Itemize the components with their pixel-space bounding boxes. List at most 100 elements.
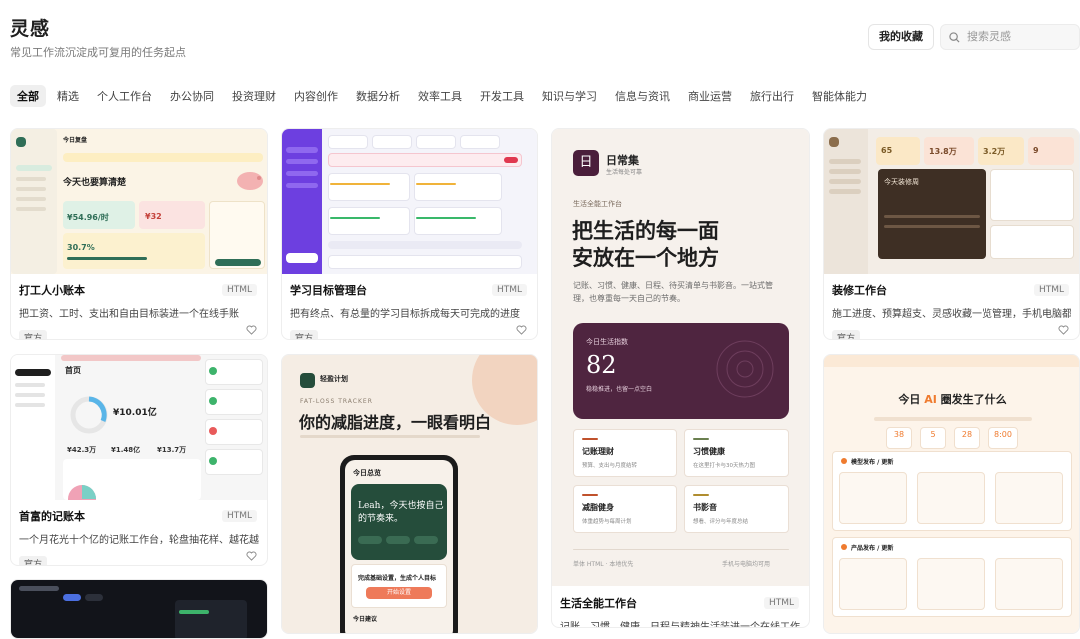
app-subtitle: 生活每处可靠 — [606, 169, 643, 176]
html-badge: HTML — [221, 284, 257, 296]
inspiration-card[interactable]: 首页 ¥10.01亿 ¥42.3万 ¥1.48亿 ¥13.7万 首富的记账本 H… — [10, 354, 268, 566]
inspiration-card[interactable]: 今日 AI 圈发生了什么 38 5 28 8:00 模型发布 / 更新 产品发布… — [823, 354, 1080, 634]
life-index-label: 今日生活指数 — [586, 338, 628, 346]
donut-ring-icon — [70, 396, 108, 434]
phone-cta-text: 完成基础设置，生成个人目标 — [358, 575, 437, 582]
tab-data-analysis[interactable]: 数据分析 — [349, 85, 407, 107]
tab-all[interactable]: 全部 — [10, 85, 46, 107]
tab-agent-capability[interactable]: 智能体能力 — [805, 85, 874, 107]
inspiration-card[interactable]: 65 13.8万 3.2万 9 今天装修周 装修工作台 HTML 施工进度、预算… — [823, 128, 1080, 340]
preview-percent: 30.7% — [67, 243, 95, 252]
tab-info-news[interactable]: 信息与资讯 — [608, 85, 677, 107]
preview-kicker: 生活全能工作台 — [573, 200, 622, 208]
inspiration-card[interactable]: 学习目标管理台 HTML 把有终点、有总量的学习目标拆成每天可完成的进度 官方 — [281, 128, 538, 340]
ai-news-stat: 8:00 — [988, 427, 1018, 449]
phone-greeting-2: 的节奏来。 — [358, 514, 404, 524]
reno-dark-panel-label: 今天装修周 — [884, 178, 919, 186]
page-subtitle: 常见工作流沉淀成可复用的任务起点 — [10, 46, 186, 59]
preview-kicker: FAT-LOSS TRACKER — [300, 398, 373, 405]
card-description: 记账、习惯、健康、日程与精神生活装进一个在线工作台 — [560, 622, 801, 628]
inspiration-card[interactable]: 日 日常集 生活每处可靠 生活全能工作台 把生活的每一面 安放在一个地方 记账、… — [551, 128, 810, 628]
tab-knowledge-learning[interactable]: 知识与学习 — [535, 85, 604, 107]
ai-news-stat: 28 — [954, 427, 980, 449]
life-index-score: 82 — [586, 351, 617, 379]
html-badge: HTML — [763, 597, 799, 609]
search-input[interactable]: 搜索灵感 — [940, 24, 1080, 50]
card-preview: 轻盈计划 FAT-LOSS TRACKER 你的减脂进度，一眼看明白 今日总览 … — [282, 355, 537, 633]
feature-tile: 减脂健身 体重趋势与每周计划 — [573, 485, 677, 533]
official-tag: 官方 — [19, 556, 48, 565]
favorite-heart-icon[interactable] — [1058, 325, 1069, 335]
card-preview: 日 日常集 生活每处可靠 生活全能工作台 把生活的每一面 安放在一个地方 记账、… — [552, 129, 809, 586]
preview-hourly: ¥54.96/时 — [67, 213, 109, 222]
tab-office-collab[interactable]: 办公协同 — [163, 85, 221, 107]
phone-mockup: 今日总览 Leah，今天也按自己 的节奏来。 完成基础设置，生成个人目标 开始设… — [340, 455, 458, 633]
tab-dev-tools[interactable]: 开发工具 — [473, 85, 531, 107]
preview-body: 记账、习惯、健康、日程、待买清单与书影音。一站式管理，也尊重每一天自己的节奏。 — [573, 281, 773, 303]
phone-title: 今日总览 — [353, 469, 381, 477]
life-index-note: 稳稳推进，也留一点空白 — [586, 386, 653, 393]
official-tag: 官方 — [290, 330, 319, 339]
feature-tile: 书影音 想看、评分与年度总结 — [684, 485, 789, 533]
reno-stat: 9 — [1033, 146, 1039, 155]
tab-efficiency-tools[interactable]: 效率工具 — [411, 85, 469, 107]
tab-content-creation[interactable]: 内容创作 — [287, 85, 345, 107]
card-preview: 今日复盘 今天也要算清楚 ¥54.96/时 ¥32 30.7% — [11, 129, 267, 274]
my-favorites-button[interactable]: 我的收藏 — [868, 24, 934, 50]
inspiration-card[interactable]: 今日复盘 今天也要算清楚 ¥54.96/时 ¥32 30.7% 打工人小账本 H… — [10, 128, 268, 340]
ai-news-stat: 5 — [920, 427, 946, 449]
card-preview: 65 13.8万 3.2万 9 今天装修周 — [824, 129, 1079, 274]
pie-chart-icon — [68, 485, 96, 500]
tab-travel[interactable]: 旅行出行 — [743, 85, 801, 107]
brand-name: 轻盈计划 — [320, 375, 348, 383]
inspiration-card[interactable]: 轻盈计划 FAT-LOSS TRACKER 你的减脂进度，一眼看明白 今日总览 … — [281, 354, 538, 634]
official-tag: 官方 — [19, 330, 48, 339]
favorite-heart-icon[interactable] — [516, 325, 527, 335]
phone-cta-button: 开始设置 — [366, 587, 432, 599]
tab-investment[interactable]: 投资理财 — [225, 85, 283, 107]
feature-tile: 习惯健康 在这里打卡与30天热力图 — [684, 429, 789, 477]
reno-stat: 3.2万 — [983, 147, 1006, 156]
preview-stat: ¥42.3万 — [67, 446, 97, 454]
reno-stat: 13.8万 — [929, 147, 957, 156]
tab-personal-workbench[interactable]: 个人工作台 — [90, 85, 159, 107]
preview-stat: ¥13.7万 — [157, 446, 187, 454]
reno-stat: 65 — [881, 146, 893, 155]
preview-headline: 你的减脂进度，一眼看明白 — [299, 413, 492, 432]
card-description: 一个月花光十个亿的记账工作台，轮盘抽花样、越花越有钱 — [19, 535, 259, 546]
life-index-panel: 今日生活指数 82 稳稳推进，也留一点空白 — [573, 323, 789, 419]
concentric-circles-icon — [716, 340, 774, 398]
card-preview: 首页 ¥10.01亿 ¥42.3万 ¥1.48亿 ¥13.7万 — [11, 355, 267, 500]
favorite-heart-icon[interactable] — [246, 551, 257, 561]
favorite-heart-icon[interactable] — [246, 325, 257, 335]
preview-stat: ¥1.48亿 — [111, 446, 141, 454]
html-badge: HTML — [491, 284, 527, 296]
phone-today-heading: 今日建议 — [353, 616, 378, 623]
ai-news-section-1: 模型发布 / 更新 — [851, 459, 894, 466]
ai-news-stat: 38 — [886, 427, 912, 449]
category-tabs: 全部 精选 个人工作台 办公协同 投资理财 内容创作 数据分析 效率工具 开发工… — [10, 85, 874, 107]
preview-expense: ¥32 — [145, 212, 162, 221]
card-description: 把有终点、有总量的学习目标拆成每天可完成的进度 — [290, 309, 520, 320]
piggy-bank-icon — [237, 172, 263, 190]
ai-news-title: 今日 AI 圈发生了什么 — [898, 393, 1007, 406]
preview-headline-1: 把生活的每一面 — [572, 218, 719, 243]
app-name: 日常集 — [606, 154, 639, 167]
page-header: 灵感 常见工作流沉淀成可复用的任务起点 我的收藏 搜索灵感 — [10, 14, 1080, 64]
tab-business-ops[interactable]: 商业运营 — [681, 85, 739, 107]
ai-news-section-2: 产品发布 / 更新 — [851, 545, 894, 552]
preview-heading: 首页 — [65, 366, 81, 375]
card-preview — [11, 580, 267, 638]
official-tag: 官方 — [832, 330, 861, 339]
card-description: 把工资、工时、支出和自由目标装进一个在线手账 — [19, 309, 239, 320]
tab-featured[interactable]: 精选 — [50, 85, 86, 107]
preview-heading: 今日复盘 — [63, 137, 88, 144]
search-placeholder: 搜索灵感 — [967, 30, 1011, 43]
card-preview — [282, 129, 537, 274]
preview-footer-right: 手机与电脑均可用 — [722, 561, 771, 568]
card-preview: 今日 AI 圈发生了什么 38 5 28 8:00 模型发布 / 更新 产品发布… — [824, 355, 1079, 633]
html-badge: HTML — [221, 510, 257, 522]
app-logo: 日 — [573, 150, 599, 176]
html-badge: HTML — [1033, 284, 1069, 296]
inspiration-card[interactable] — [10, 579, 268, 639]
